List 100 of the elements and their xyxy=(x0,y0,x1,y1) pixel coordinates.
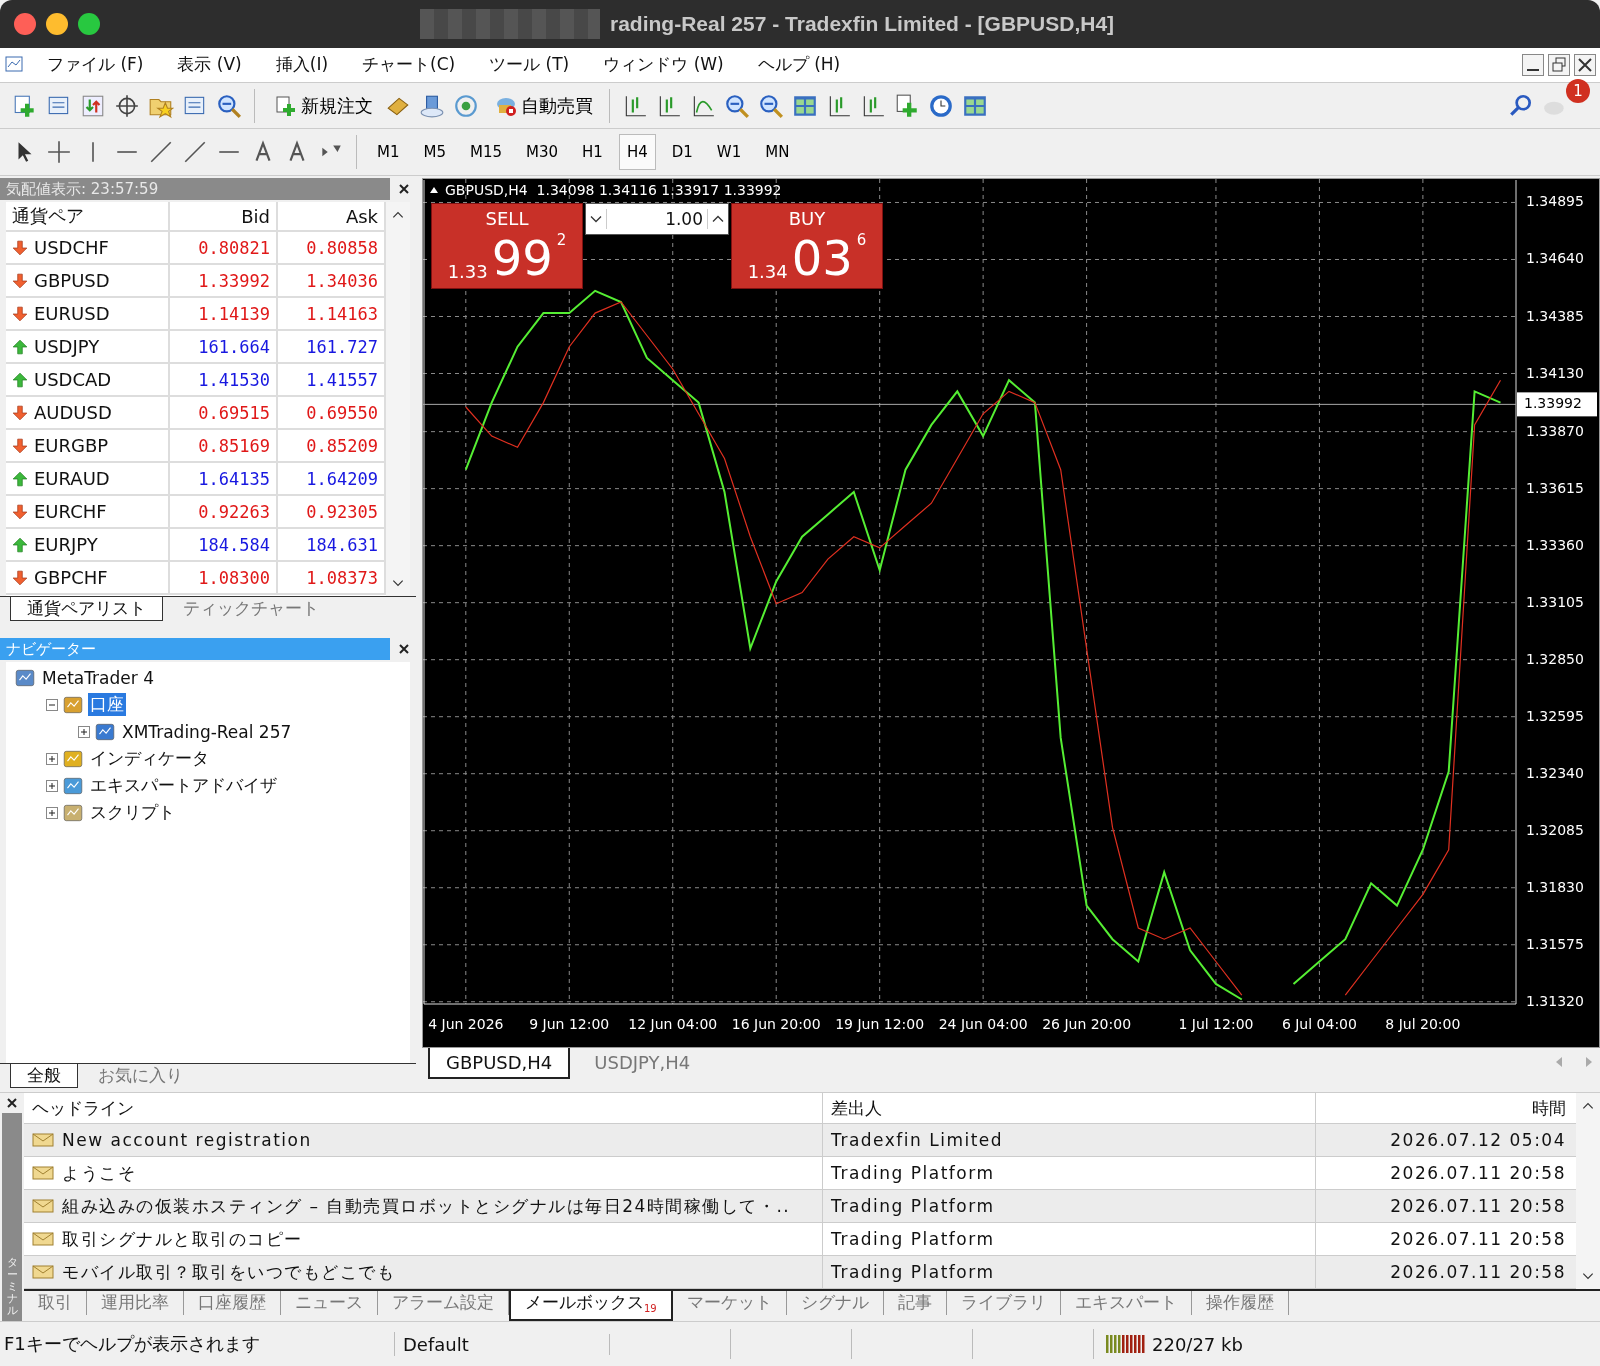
tree-item[interactable]: 口座 xyxy=(88,693,126,717)
signal-icon[interactable] xyxy=(453,92,479,119)
zoom-out-icon[interactable] xyxy=(758,92,784,119)
column-header[interactable]: 通貨ペア xyxy=(6,202,170,231)
time-cell-text: 2026.07.11 20:58 xyxy=(1389,1162,1567,1186)
terminal-tab[interactable]: シグナル xyxy=(786,1291,884,1316)
crosshair-icon[interactable] xyxy=(114,92,140,119)
close-icon[interactable] xyxy=(1574,53,1596,76)
panel-tab[interactable]: 通貨ペアリスト xyxy=(10,597,163,622)
scrollbar[interactable] xyxy=(1576,1093,1600,1290)
tester-icon[interactable] xyxy=(216,92,242,119)
timeframe-button[interactable]: W1 xyxy=(708,134,750,171)
symbol-cell[interactable]: USDCHF xyxy=(34,237,109,259)
tree-item[interactable]: XMTrading-Real 257 xyxy=(120,721,294,742)
headline-cell[interactable]: 組み込みの仮装ホスティング – 自動売買ロボットとシグナルは毎日24時間稼働して・.. xyxy=(62,1194,791,1218)
crosshair-icon[interactable] xyxy=(46,139,72,166)
timeframe-button[interactable]: M30 xyxy=(518,134,567,171)
menu-item[interactable]: ウィンドウ (W) xyxy=(586,53,741,77)
chart-tab[interactable]: USDJPY,H4 xyxy=(578,1048,707,1078)
panel-tab[interactable]: お気に入り xyxy=(82,1064,199,1088)
timeframe-button[interactable]: M1 xyxy=(369,134,408,171)
axis-label: 4 Jun 2026 xyxy=(428,1016,504,1033)
chart-tab[interactable]: GBPUSD,H4 xyxy=(428,1048,571,1080)
timeframe-button[interactable]: M15 xyxy=(462,134,511,171)
terminal-tab[interactable]: マーケット xyxy=(672,1291,787,1316)
axis-label: 1.32595 xyxy=(1526,707,1584,724)
indicators-icon[interactable] xyxy=(894,92,920,119)
headline-cell[interactable]: New account registration xyxy=(62,1130,312,1151)
menu-item[interactable]: ヘルプ (H) xyxy=(740,53,858,77)
search-icon[interactable] xyxy=(1508,92,1534,119)
terminal-tab[interactable]: 口座履歴 xyxy=(184,1291,281,1316)
new-order-icon[interactable] xyxy=(275,94,297,117)
symbol-cell[interactable]: EURAUD xyxy=(34,468,110,490)
menu-item[interactable]: チャート(C) xyxy=(345,53,473,77)
envelope-icon xyxy=(32,1198,54,1215)
symbol-cell[interactable]: GBPUSD xyxy=(34,270,110,292)
restore-icon[interactable] xyxy=(1548,53,1570,76)
minimize-icon[interactable] xyxy=(1522,53,1544,76)
symbol-cell[interactable]: EURJPY xyxy=(34,534,98,556)
symbol-cell[interactable]: EURUSD xyxy=(34,303,110,325)
headline-cell[interactable]: 取引シグナルと取引のコピー xyxy=(62,1227,303,1251)
lot-field[interactable]: 1.00 xyxy=(585,203,729,236)
expand-icon[interactable] xyxy=(78,725,90,738)
timeframe-button[interactable]: D1 xyxy=(663,134,701,171)
expand-icon[interactable] xyxy=(46,806,58,819)
close-icon[interactable] xyxy=(398,183,410,196)
timeframe-button[interactable]: H4 xyxy=(618,134,656,171)
collapse-icon[interactable] xyxy=(429,186,439,195)
tree-item[interactable]: エキスパートアドバイザ xyxy=(88,774,279,798)
terminal-tab[interactable]: メールボックス$_{19}$ xyxy=(509,1291,673,1322)
terminal-tab[interactable]: 取引 xyxy=(24,1291,87,1316)
terminal-tab[interactable]: エキスパート xyxy=(1060,1291,1192,1316)
close-icon[interactable] xyxy=(6,1097,18,1110)
column-header[interactable]: Bid xyxy=(170,202,278,231)
symbol-cell[interactable]: GBPCHF xyxy=(34,567,108,589)
symbol-cell[interactable]: AUDUSD xyxy=(34,402,112,424)
menu-item[interactable]: 挿入(I) xyxy=(258,53,346,77)
headline-cell[interactable]: ようこそ xyxy=(62,1161,136,1185)
timeframe-button[interactable]: M5 xyxy=(415,134,454,171)
axis-label: 1.32340 xyxy=(1526,764,1584,781)
panel-tab[interactable]: ティックチャート xyxy=(167,597,335,621)
panel-title: ナビゲーター xyxy=(0,638,390,661)
column-header[interactable]: 時間 xyxy=(1316,1093,1576,1124)
tree-item[interactable]: スクリプト xyxy=(88,801,177,825)
scroll-down-icon[interactable] xyxy=(391,578,405,589)
symbol-cell[interactable]: USDJPY xyxy=(34,336,100,358)
terminal-tab[interactable]: 記事 xyxy=(883,1291,947,1316)
minimize-icon[interactable] xyxy=(46,12,68,35)
terminal-tab[interactable]: 運用比率 xyxy=(87,1291,184,1316)
terminal-tab[interactable]: ライブラリ xyxy=(946,1291,1061,1316)
column-header[interactable]: 差出人 xyxy=(823,1093,1316,1124)
zoom-icon[interactable] xyxy=(78,12,100,35)
terminal-tab[interactable]: ニュース xyxy=(281,1291,378,1316)
scroll-down-icon[interactable] xyxy=(1581,1271,1595,1282)
tree-item[interactable]: インディケータ xyxy=(88,747,211,771)
auto-trading-button[interactable]: 自動売買 xyxy=(487,91,597,120)
axis-label: 8 Jul 20:00 xyxy=(1385,1016,1461,1033)
new-order-button[interactable]: 新規注文 xyxy=(267,91,377,120)
panel-tab[interactable]: 全般 xyxy=(10,1064,78,1089)
symbol-cell[interactable]: EURCHF xyxy=(34,501,107,523)
timeframe-button[interactable]: H1 xyxy=(574,134,611,171)
expand-icon[interactable] xyxy=(46,752,58,765)
menu-item[interactable]: ツール (T) xyxy=(472,53,587,77)
sell-button[interactable]: SELL xyxy=(485,204,529,232)
timeframe-button[interactable]: MN xyxy=(757,134,798,171)
headline-cell[interactable]: モバイル取引？取引をいつでもどこでも xyxy=(62,1260,395,1284)
status-profile: Default xyxy=(395,1333,610,1355)
buy-button[interactable]: BUY xyxy=(788,204,826,232)
symbol-cell[interactable]: USDCAD xyxy=(34,369,112,391)
periods-icon[interactable] xyxy=(928,92,954,119)
symbol-cell[interactable]: EURGBP xyxy=(34,435,109,457)
tree-item[interactable]: MetaTrader 4 xyxy=(40,667,156,688)
panel-title: 気配値表示: 23:57:59 xyxy=(0,178,390,201)
column-header[interactable]: ヘッドライン xyxy=(24,1093,823,1124)
scrollbar[interactable] xyxy=(386,202,410,597)
close-icon[interactable] xyxy=(398,643,410,656)
terminal-tab[interactable]: 操作履歴 xyxy=(1191,1291,1289,1316)
menu-item[interactable]: 表示 (V) xyxy=(160,53,259,77)
menu-item[interactable]: ファイル (F) xyxy=(30,53,161,77)
expand-icon[interactable] xyxy=(46,779,58,792)
